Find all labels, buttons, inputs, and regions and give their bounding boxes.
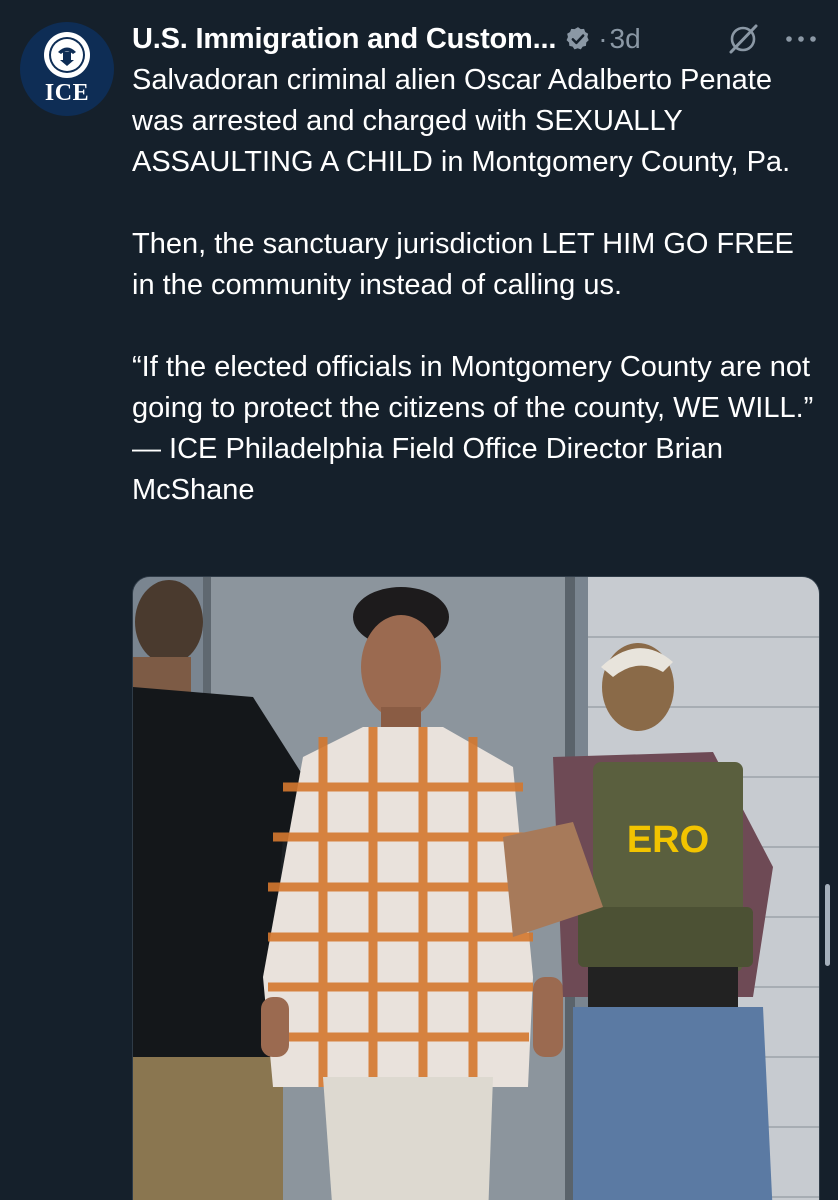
timestamp[interactable]: 3d [610,23,641,55]
separator-dot: · [598,23,608,54]
vest-ero-text: ERO [627,819,709,861]
tweet-paragraph: Salvadoran criminal alien Oscar Adalbert… [132,64,791,178]
arrest-photo-illustration: ERO [133,577,819,1200]
tweet-photo[interactable]: ERO [132,576,820,1200]
verified-badge-icon[interactable] [564,25,592,53]
display-name[interactable]: U.S. Immigration and Custom... [132,23,556,56]
tweet-text: Salvadoran criminal alien Oscar Adalbert… [132,60,822,511]
avatar[interactable]: ICE [20,22,114,116]
dhs-seal-icon [44,32,90,78]
scrollbar[interactable] [825,884,830,966]
tweet-paragraph: Then, the sanctuary jurisdiction LET HIM… [132,228,794,301]
more-options-icon[interactable] [782,28,820,50]
tweet-header: U.S. Immigration and Custom... · 3d [132,18,822,60]
tweet-container[interactable]: ICE U.S. Immigration and Custom... · 3d … [0,0,838,1200]
tweet-paragraph: “If the elected officials in Montgomery … [132,351,814,506]
grok-icon[interactable] [726,22,760,56]
avatar-label: ICE [44,80,90,106]
